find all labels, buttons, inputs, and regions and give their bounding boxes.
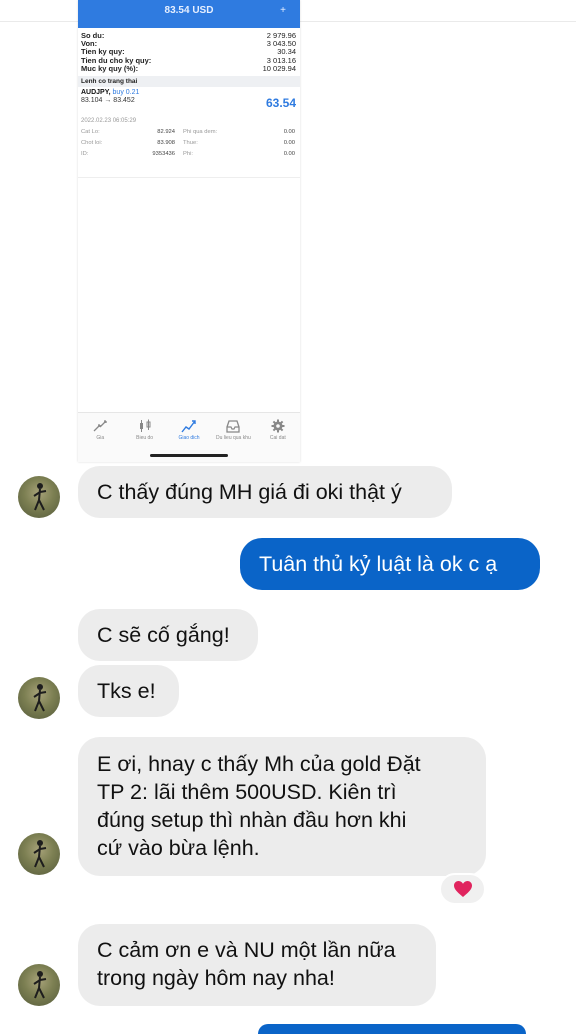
add-icon: +	[280, 5, 286, 16]
open-orders-section-title: Lenh co trang thai	[78, 76, 300, 88]
message-line: E ơi, hnay c thấy Mh của gold Đặt	[97, 752, 421, 776]
order-profit: 63.54	[265, 96, 296, 111]
balance-header: 83.54 USD +	[78, 0, 300, 28]
message-line: trong ngày hôm nay nha!	[97, 966, 335, 990]
message-bubble-outgoing[interactable]	[258, 1024, 526, 1034]
person-figure-icon	[33, 483, 47, 511]
avatar[interactable]	[18, 833, 60, 875]
balance-title: 83.54 USD	[164, 5, 214, 16]
person-figure-icon	[33, 971, 47, 999]
message-line: TP 2: lãi thêm 500USD. Kiên trì	[97, 780, 397, 804]
message-bubble-outgoing[interactable]: Tuân thủ kỷ luật là ok c ạ	[240, 538, 540, 590]
inbox-history-icon	[226, 420, 241, 433]
divider	[78, 177, 300, 178]
avatar[interactable]	[18, 964, 60, 1006]
order-item: AUDJPY, buy 0.21 83.104 → 83.452 63.54	[78, 87, 300, 117]
trade-line-chart-icon	[181, 420, 196, 433]
message-bubble-incoming[interactable]: C cảm ơn e và NU một lần nữa trong ngày …	[78, 924, 436, 1006]
message-bubble-incoming[interactable]: Tks e!	[78, 665, 179, 717]
order-symbol: AUDJPY,	[81, 89, 111, 97]
tab-cai-dat: Cai dat	[256, 413, 300, 462]
price-arrows-icon	[93, 420, 107, 432]
order-details: Cat Lo: 82.924 Phi qua dem: 0.00 Chot loi: 8…	[81, 129, 295, 158]
candlestick-chart-icon	[139, 419, 151, 432]
gear-icon	[271, 419, 285, 433]
order-prices: 83.104 → 83.452	[81, 97, 135, 105]
message-text: C thấy đúng MH giá đi oki thật ý	[97, 480, 402, 504]
message-bubble-incoming[interactable]: C thấy đúng MH giá đi oki thật ý	[78, 466, 452, 518]
shared-image[interactable]: 83.54 USD + So du: 2 979.96 Von: 3 043.50 …	[78, 0, 300, 462]
person-figure-icon	[33, 840, 47, 868]
account-summary: So du: 2 979.96 Von: 3 043.50 Tien ky quy:…	[78, 31, 300, 160]
app-tab-bar: Gia Bieu do Giao dich Du lieu qua khu Ca…	[78, 412, 300, 462]
heart-icon	[453, 881, 472, 897]
message-text: Tuân thủ kỷ luật là ok c ạ	[259, 552, 498, 576]
message-bubble-incoming[interactable]: C sẽ cố gắng!	[78, 609, 258, 661]
person-figure-icon	[33, 684, 47, 712]
avatar[interactable]	[18, 677, 60, 719]
message-line: cứ vào bừa lệnh.	[97, 836, 260, 860]
tab-gia: Gia	[78, 413, 122, 462]
message-line: C cảm ơn e và NU một lần nữa	[97, 938, 396, 962]
message-text: C sẽ cố gắng!	[97, 623, 230, 647]
account-row: Muc ky quy (%): 10 029.94	[81, 63, 296, 73]
message-line: đúng setup thì nhàn đầu hơn khi	[97, 808, 407, 832]
avatar[interactable]	[18, 476, 60, 518]
message-text: Tks e!	[97, 679, 156, 703]
message-reaction[interactable]	[439, 873, 486, 905]
order-side: buy 0.21	[112, 89, 140, 97]
message-bubble-incoming[interactable]: E ơi, hnay c thấy Mh của gold Đặt TP 2: …	[78, 737, 486, 876]
home-indicator	[150, 454, 228, 457]
